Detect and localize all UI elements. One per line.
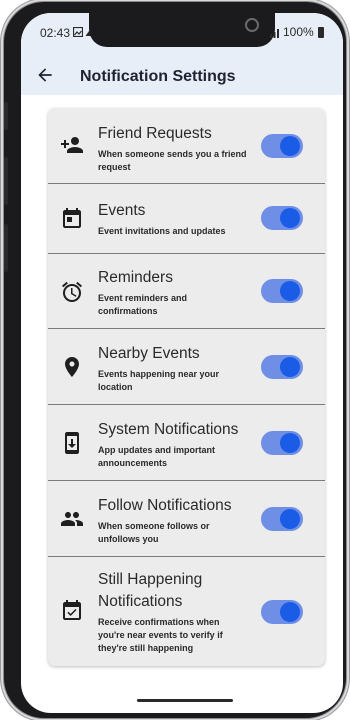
people-icon xyxy=(60,507,84,531)
setting-title: System Notifications xyxy=(98,421,239,438)
toggle-still-happening[interactable] xyxy=(261,600,303,624)
setting-description: When someone follows or unfollows you xyxy=(98,521,210,544)
back-button[interactable] xyxy=(32,62,58,88)
toggle-knob xyxy=(280,281,300,301)
phone-frame: 02:43 100% Notification Settings Friend … xyxy=(4,2,346,718)
alarm-clock-icon xyxy=(60,280,84,304)
location-pin-icon xyxy=(60,355,84,379)
setting-row-system-notifications: System Notifications App updates and imp… xyxy=(48,405,325,481)
setting-row-follow-notifications: Follow Notifications When someone follow… xyxy=(48,481,325,557)
app-header: 02:43 100% Notification Settings xyxy=(21,13,343,95)
person-add-icon xyxy=(60,133,84,157)
toggle-reminders[interactable] xyxy=(261,279,303,303)
setting-description: Events happening near your location xyxy=(98,369,220,392)
screen: 02:43 100% Notification Settings Friend … xyxy=(21,13,343,713)
setting-text: Follow Notifications When someone follow… xyxy=(98,495,248,546)
arrow-left-icon xyxy=(38,68,52,82)
toggle-system-notifications[interactable] xyxy=(261,431,303,455)
home-indicator[interactable] xyxy=(137,699,233,702)
setting-text: Nearby Events Events happening near your… xyxy=(98,343,248,394)
calendar-icon xyxy=(60,206,84,230)
toggle-follow-notifications[interactable] xyxy=(261,507,303,531)
calendar-check-icon xyxy=(60,599,84,623)
setting-row-reminders: Reminders Event reminders and confirmati… xyxy=(48,254,325,329)
setting-title: Reminders xyxy=(98,269,173,286)
toggle-friend-requests[interactable] xyxy=(261,134,303,158)
setting-text: Still Happening Notifications Receive co… xyxy=(98,569,248,655)
status-time: 02:43 xyxy=(40,26,71,40)
setting-description: Receive confirmations when you're near e… xyxy=(98,617,223,653)
signal-icon xyxy=(270,28,279,38)
settings-card: Friend Requests When someone sends you a… xyxy=(48,108,325,666)
setting-row-events: Events Event invitations and updates xyxy=(48,184,325,254)
setting-title: Follow Notifications xyxy=(98,497,232,514)
page-title: Notification Settings xyxy=(80,68,236,85)
setting-text: System Notifications App updates and imp… xyxy=(98,419,248,470)
toggle-events[interactable] xyxy=(261,206,303,230)
image-notification-icon xyxy=(73,27,83,37)
toggle-knob xyxy=(280,136,300,156)
system-update-icon xyxy=(60,431,84,455)
battery-percent: 100% xyxy=(283,25,314,39)
toggle-knob xyxy=(280,208,300,228)
side-button xyxy=(4,102,8,130)
setting-row-nearby-events: Nearby Events Events happening near your… xyxy=(48,329,325,405)
setting-title: Friend Requests xyxy=(98,125,212,142)
toggle-knob xyxy=(280,357,300,377)
toggle-knob xyxy=(280,509,300,529)
side-button xyxy=(4,157,8,205)
setting-title: Nearby Events xyxy=(98,345,200,362)
front-camera xyxy=(245,18,259,32)
setting-text: Reminders Event reminders and confirmati… xyxy=(98,267,248,318)
toggle-knob xyxy=(280,602,300,622)
battery-icon xyxy=(317,26,324,38)
setting-description: When someone sends you a friend request xyxy=(98,149,247,172)
setting-row-friend-requests: Friend Requests When someone sends you a… xyxy=(48,108,325,184)
side-button xyxy=(4,224,8,272)
setting-description: Event invitations and updates xyxy=(98,226,226,236)
setting-title: Events xyxy=(98,202,146,219)
setting-title: Still Happening Notifications xyxy=(98,571,203,610)
setting-description: Event reminders and confirmations xyxy=(98,293,188,316)
toggle-knob xyxy=(280,433,300,453)
toggle-nearby-events[interactable] xyxy=(261,355,303,379)
status-indicators: 100% xyxy=(269,25,324,39)
setting-description: App updates and important announcements xyxy=(98,445,215,468)
setting-text: Events Event invitations and updates xyxy=(98,200,248,238)
setting-text: Friend Requests When someone sends you a… xyxy=(98,123,248,174)
setting-row-still-happening: Still Happening Notifications Receive co… xyxy=(48,557,325,666)
